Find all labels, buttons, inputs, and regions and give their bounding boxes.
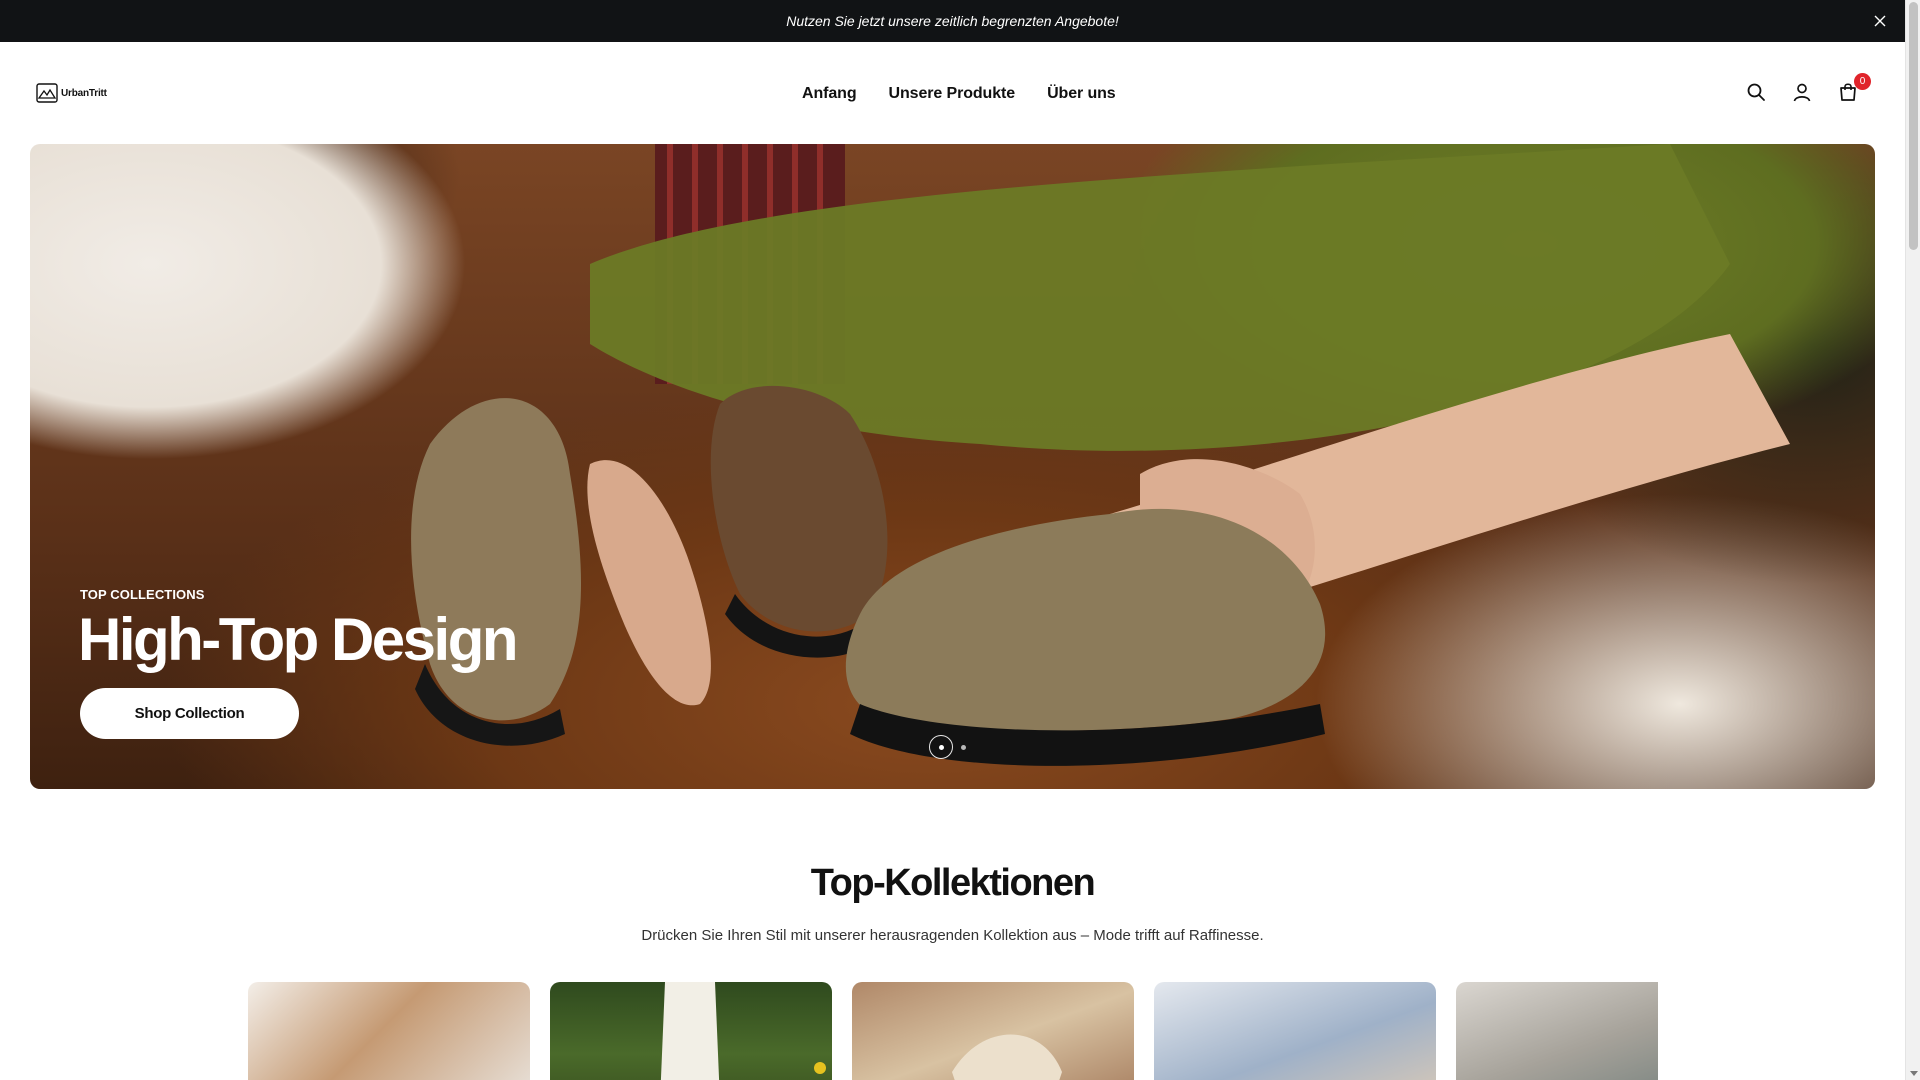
collection-card[interactable]	[1456, 982, 1658, 1080]
scrollbar[interactable]	[1905, 0, 1920, 1080]
logo-text: UrbanTritt	[61, 87, 107, 99]
scroll-down-icon[interactable]	[1910, 1071, 1918, 1076]
nav-item-anfang[interactable]: Anfang	[802, 85, 857, 103]
hero-image	[411, 144, 1790, 766]
collection-card[interactable]	[248, 982, 530, 1080]
slider-dot-active[interactable]	[929, 735, 953, 759]
nav-item-ueber-uns[interactable]: Über uns	[1047, 85, 1116, 103]
collection-card[interactable]	[852, 982, 1134, 1080]
cart-icon[interactable]: 0	[1837, 73, 1871, 103]
collection-cards	[248, 982, 1658, 1080]
section-title: Top-Kollektionen	[810, 862, 1096, 904]
announcement-text: Nutzen Sie jetzt unsere zeitlich begrenz…	[786, 13, 1119, 29]
hero-eyebrow: TOP COLLECTIONS	[80, 587, 205, 602]
hero-title: High-Top Design	[78, 606, 519, 673]
shop-collection-button[interactable]: Shop Collection	[80, 688, 299, 739]
collection-card-image	[952, 1034, 1062, 1080]
announcement-bar: Nutzen Sie jetzt unsere zeitlich begrenz…	[0, 0, 1905, 42]
logo-icon	[36, 83, 58, 103]
collection-card[interactable]	[1154, 982, 1436, 1080]
nav-item-unsere-produkte[interactable]: Unsere Produkte	[889, 85, 1016, 103]
scrollbar-thumb[interactable]	[1909, 2, 1918, 250]
section-subtitle: Drücken Sie Ihren Stil mit unserer herau…	[641, 927, 1264, 944]
collection-card-image	[660, 982, 826, 1080]
header-icons: 0	[1745, 73, 1871, 103]
slider-dots	[929, 735, 966, 759]
cart-count-badge: 0	[1854, 73, 1871, 90]
site-header: UrbanTritt Anfang Unsere Produkte Über u…	[0, 42, 1905, 144]
close-icon[interactable]	[1871, 12, 1889, 30]
main-nav: Anfang Unsere Produkte Über uns	[802, 82, 1116, 106]
account-icon[interactable]	[1791, 81, 1813, 103]
hero-banner: TOP COLLECTIONS High-Top Design Shop Col…	[30, 144, 1875, 789]
search-icon[interactable]	[1745, 81, 1767, 103]
slider-dot[interactable]	[961, 744, 966, 750]
logo[interactable]: UrbanTritt	[36, 82, 107, 104]
collection-card[interactable]	[550, 982, 832, 1080]
